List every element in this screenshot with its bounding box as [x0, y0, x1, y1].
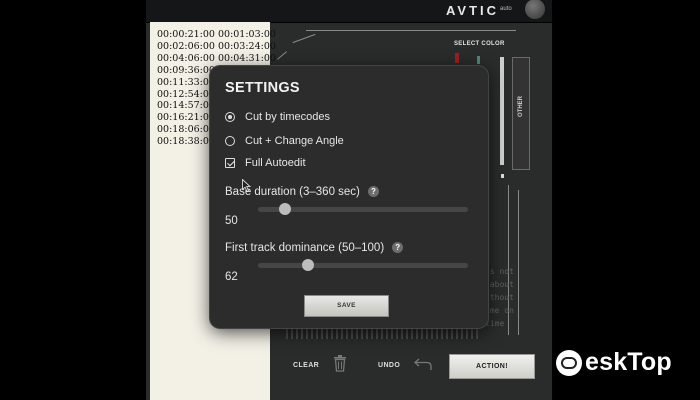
help-icon[interactable]: ? — [392, 242, 404, 254]
option-label: Cut by timecodes — [245, 111, 330, 123]
select-color-label: SELECT COLOR — [454, 41, 505, 47]
radio-button[interactable] — [225, 112, 235, 122]
radio-button[interactable] — [225, 136, 235, 146]
watermark-text: eskTop — [585, 348, 672, 376]
color-swatch-teal[interactable] — [477, 56, 480, 64]
first-track-dominance-value: 62 — [225, 271, 238, 283]
deco-line — [518, 190, 519, 335]
settings-dialog: SETTINGS Cut by timecodes Cut + Change A… — [210, 66, 488, 328]
checkbox[interactable] — [225, 158, 235, 168]
undo-arrow-icon[interactable] — [414, 357, 432, 371]
action-button[interactable]: ACTION! — [449, 354, 535, 379]
color-slider-bar[interactable] — [500, 57, 504, 165]
timecode-line: 00:02:06:00 00:03:24:00 — [157, 40, 276, 52]
watermark-logo-icon — [556, 349, 582, 376]
watermark: eskTop — [556, 348, 672, 377]
deco-line — [292, 33, 316, 44]
option-cut-change-angle[interactable]: Cut + Change Angle — [225, 135, 344, 147]
option-label: Cut + Change Angle — [245, 135, 344, 147]
timecode-line: 00:04:06:00 00:04:31:00 — [157, 52, 276, 64]
undo-button[interactable]: UNDO — [378, 362, 400, 369]
option-label: Full Autoedit — [245, 157, 306, 169]
background-text: is not about ithout lme on time — [485, 267, 514, 328]
slider-thumb[interactable] — [302, 259, 315, 271]
option-full-autoedit[interactable]: Full Autoedit — [225, 157, 306, 169]
menu-round-button[interactable] — [525, 0, 545, 19]
slider-thumb[interactable] — [279, 203, 292, 215]
timecode-line: 00:00:21:00 00:01:03:00 — [157, 29, 276, 40]
save-button[interactable]: SAVE — [304, 295, 389, 317]
first-track-dominance-label-text: First track dominance (50–100) — [225, 242, 385, 254]
trash-icon[interactable] — [333, 355, 347, 372]
brand-logo: AVTICauto — [446, 3, 512, 18]
mouse-cursor-icon — [242, 179, 251, 192]
deco-line — [277, 51, 287, 60]
first-track-dominance-label: First track dominance (50–100)? — [225, 242, 404, 254]
first-track-dominance-slider[interactable] — [258, 259, 468, 271]
color-swatch-red[interactable] — [455, 53, 459, 63]
base-duration-value: 50 — [225, 215, 238, 227]
base-duration-slider[interactable] — [258, 203, 468, 215]
clear-button[interactable]: CLEAR — [293, 362, 319, 369]
settings-title: SETTINGS — [225, 80, 300, 96]
other-label: OTHER — [518, 96, 524, 117]
option-cut-by-timecodes[interactable]: Cut by timecodes — [225, 111, 330, 123]
deco-line — [306, 30, 516, 31]
top-bar: AVTICauto — [146, 0, 552, 23]
slider-marker — [501, 174, 504, 178]
help-icon[interactable]: ? — [367, 186, 379, 198]
